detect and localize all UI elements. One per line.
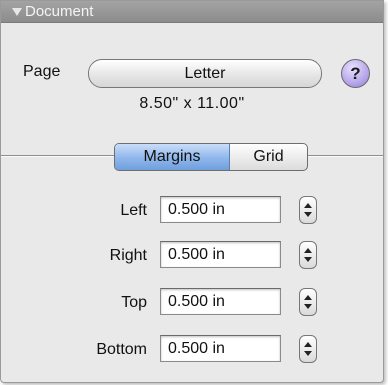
margin-top-stepper[interactable]: [299, 288, 317, 316]
margin-bottom-label: Bottom: [96, 341, 147, 358]
panel-header[interactable]: Document: [1, 1, 383, 23]
stepper-up-icon[interactable]: [304, 248, 312, 253]
margin-right-label: Right: [109, 247, 147, 264]
stepper-up-icon[interactable]: [304, 203, 312, 208]
stepper-up-icon[interactable]: [304, 342, 312, 347]
tab-grid[interactable]: Grid: [230, 144, 307, 170]
margin-top-field[interactable]: [160, 288, 281, 315]
margins-grid-segmented-control: Margins Grid: [114, 143, 308, 171]
page-size-popup-button[interactable]: Letter: [88, 59, 322, 88]
margin-bottom-stepper[interactable]: [299, 335, 317, 363]
page-label: Page: [23, 63, 61, 80]
help-icon[interactable]: ?: [341, 59, 370, 88]
panel-title: Document: [25, 3, 94, 20]
stepper-down-icon[interactable]: [304, 257, 312, 262]
disclosure-triangle-icon[interactable]: [12, 8, 22, 16]
margin-left-field[interactable]: [160, 196, 281, 223]
tab-margins[interactable]: Margins: [115, 144, 230, 170]
margin-left-stepper[interactable]: [299, 196, 317, 224]
margin-bottom-field[interactable]: [160, 335, 281, 362]
stepper-down-icon[interactable]: [304, 304, 312, 309]
margin-left-label: Left: [120, 202, 147, 219]
margin-right-field[interactable]: [160, 241, 281, 268]
stepper-up-icon[interactable]: [304, 295, 312, 300]
margin-right-stepper[interactable]: [299, 241, 317, 269]
document-inspector-panel: Document Page Letter ? 8.50" x 11.00" Ma…: [0, 0, 384, 383]
page-dimensions-text: 8.50" x 11.00": [139, 95, 245, 112]
stepper-down-icon[interactable]: [304, 351, 312, 356]
stepper-down-icon[interactable]: [304, 212, 312, 217]
margin-top-label: Top: [121, 294, 147, 311]
